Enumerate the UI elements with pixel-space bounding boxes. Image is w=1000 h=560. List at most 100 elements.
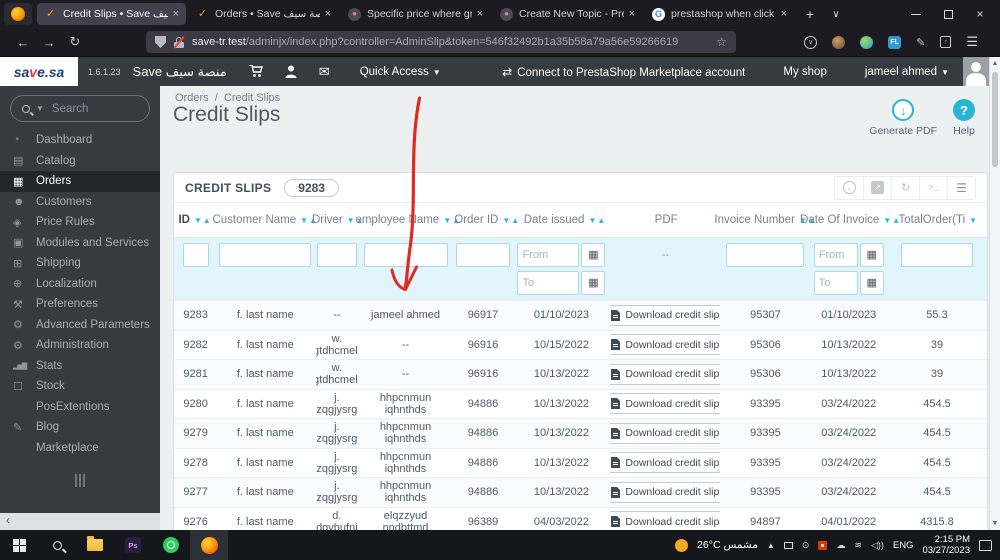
sidebar-item-marketplace[interactable]: Marketplace <box>0 438 160 459</box>
column-header-driver[interactable]: Driver ▼▲ <box>312 214 364 226</box>
address-bar[interactable]: save-tr.test /adminjx/index.php?controll… <box>146 31 736 53</box>
taskbar-search-button[interactable] <box>38 530 76 560</box>
filter-date-issued-from-input[interactable] <box>517 243 580 267</box>
user-avatar[interactable] <box>963 57 989 86</box>
start-button[interactable] <box>0 530 38 560</box>
calendar-button[interactable]: ▦ <box>859 243 884 267</box>
table-row[interactable]: 9277 f. last name j. zqgjysrg hhpcnmun i… <box>174 477 987 507</box>
language-indicator[interactable]: ENG <box>893 540 914 551</box>
user-menu[interactable]: jameel ahmed ▼ <box>865 66 949 78</box>
filter-employee-input[interactable] <box>363 243 448 267</box>
back-button[interactable]: ← <box>10 35 36 50</box>
download-credit-slip-button[interactable]: Download credit slip <box>610 452 721 474</box>
hamburger-menu-icon[interactable]: ☰ <box>966 34 978 50</box>
tab-close-icon[interactable]: × <box>781 8 787 20</box>
generate-pdf-button[interactable]: ↓ Generate PDF <box>869 99 937 137</box>
person-icon[interactable] <box>285 65 297 78</box>
reload-button[interactable]: ↻ <box>62 34 88 50</box>
column-header-date-issued[interactable]: Date issued ▼▲ <box>519 214 611 226</box>
shop-name[interactable]: Save منصة سيف <box>133 64 227 80</box>
sidebar-search[interactable]: ▼ <box>10 95 150 122</box>
sidebar-item-preferences[interactable]: ⚒ Preferences <box>0 294 160 315</box>
sidebar-item-dashboard[interactable]: ◔ Dashboard <box>0 130 160 151</box>
tab-close-icon[interactable]: × <box>325 8 331 20</box>
browser-tab[interactable]: G prestashop when click order n × <box>645 3 794 25</box>
sidebar-grip-handle[interactable] <box>75 474 85 487</box>
tab-close-icon[interactable]: × <box>173 8 179 20</box>
filter-total-input[interactable] <box>900 243 973 267</box>
refresh-button[interactable]: ↻ <box>891 176 919 199</box>
filter-invoice-date-from-input[interactable] <box>813 243 858 267</box>
sidebar-item-stats[interactable]: ▂▅▇ Stats <box>0 356 160 377</box>
download-credit-slip-button[interactable]: Download credit slip <box>610 393 721 415</box>
tracking-shield-icon[interactable] <box>155 36 166 48</box>
download-credit-slip-button[interactable]: Download credit slip <box>610 422 721 444</box>
download-credit-slip-button[interactable]: Download credit slip <box>610 481 721 503</box>
column-header-order-id[interactable]: Order ID ▼▲ <box>454 214 520 226</box>
column-header-customer-name[interactable]: Customer Name ▼▲ <box>212 214 317 226</box>
whatsapp-button[interactable] <box>152 530 190 560</box>
tab-close-icon[interactable]: × <box>629 8 635 20</box>
table-row[interactable]: 9278 f. last name j. zqgjysrg hhpcnmun i… <box>174 447 987 478</box>
sidebar-item-posextentions[interactable]: PosExtentions <box>0 397 160 418</box>
firefox-app-button[interactable] <box>4 3 32 25</box>
page-scrollbar[interactable]: ▲ ▼ <box>989 57 1000 530</box>
extension-fl-icon[interactable]: FL <box>888 35 902 49</box>
table-row[interactable]: 9283 f. last name -- jameel ahmed 96917 … <box>174 300 987 330</box>
bookmark-star-icon[interactable]: ☆ <box>716 35 727 49</box>
download-credit-slip-button[interactable]: Download credit slip <box>610 304 721 326</box>
hidden-icons-chevron-icon[interactable]: ▲ <box>767 541 775 550</box>
onedrive-status-icon[interactable] <box>818 540 828 550</box>
list-tabs-chevron-icon[interactable]: ∨ <box>823 9 849 20</box>
sort-carets-icon[interactable]: ▼▲ <box>194 216 212 225</box>
file-explorer-button[interactable] <box>76 530 114 560</box>
column-header-id[interactable]: ID ▼▲ <box>177 214 213 226</box>
library-icon[interactable]: ↑ <box>940 36 952 48</box>
shop-logo[interactable]: sa v e.sa <box>0 57 78 86</box>
scrollbar-thumb[interactable] <box>992 72 998 167</box>
browser-tab[interactable]: ✓ Credit Slips • Save منصة سيف × <box>37 3 186 25</box>
sidebar-item-price-rules[interactable]: ◈ Price Rules <box>0 212 160 233</box>
scroll-down-icon[interactable]: ▼ <box>990 520 1000 527</box>
browser-tab[interactable]: ● Create New Topic - PrestaSho × <box>493 3 642 25</box>
volume-icon[interactable]: ◁)) <box>871 540 884 551</box>
sort-carets-icon[interactable]: ▼▲ <box>502 216 520 225</box>
filter-customer-input[interactable] <box>219 243 312 267</box>
quick-access-menu[interactable]: Quick Access ▼ <box>360 66 441 78</box>
download-credit-slip-button[interactable]: Download credit slip <box>610 511 721 530</box>
sql-query-button[interactable]: >_ <box>919 176 947 199</box>
download-credit-slip-button[interactable]: Download credit slip <box>610 363 721 385</box>
scroll-up-icon[interactable]: ▲ <box>990 60 1000 67</box>
export-pdf-button[interactable]: ↓ <box>835 177 863 199</box>
forward-button[interactable]: → <box>36 35 62 50</box>
column-header-date-of-invoice[interactable]: Date Of Invoice ▼▲ <box>800 214 900 226</box>
sort-carets-icon[interactable]: ▼ <box>969 216 978 225</box>
close-button[interactable]: × <box>964 1 996 27</box>
edit-pen-icon[interactable]: ✎ <box>916 36 925 49</box>
sidebar-item-shipping[interactable]: ⊞ Shipping <box>0 253 160 274</box>
calendar-button[interactable]: ▦ <box>581 243 606 267</box>
calendar-button[interactable]: ▦ <box>581 271 606 295</box>
download-credit-slip-button[interactable]: Download credit slip <box>610 334 721 356</box>
filter-invoice-input[interactable] <box>726 243 805 267</box>
account-avatar-icon[interactable] <box>832 35 846 49</box>
database-button[interactable]: ☰ <box>947 176 975 199</box>
export-button[interactable]: ↗ <box>863 176 891 199</box>
insecure-lock-icon[interactable] <box>173 35 185 49</box>
sort-carets-icon[interactable]: ▼▲ <box>588 216 606 225</box>
sidebar-item-catalog[interactable]: ▤ Catalog <box>0 151 160 172</box>
column-header-invoice-number[interactable]: Invoice Number ▼▲ <box>714 214 815 226</box>
table-row[interactable]: 9279 f. last name j. zqgjysrg hhpcnmun i… <box>174 418 987 448</box>
sidebar-item-administration[interactable]: ⚙ Administration <box>0 335 160 356</box>
column-header-employee-name[interactable]: employee Name ▼▲ <box>355 214 460 226</box>
table-row[interactable]: 9282 f. last name w. gtdhcmek -- 96916 1… <box>174 329 987 360</box>
notification-center-icon[interactable] <box>979 539 992 551</box>
browser-tab[interactable]: ● Specific price where group na × <box>341 3 490 25</box>
new-tab-button[interactable]: + <box>797 6 823 22</box>
my-shop-link[interactable]: My shop <box>783 66 826 78</box>
minimize-button[interactable] <box>900 1 932 27</box>
maximize-button[interactable] <box>932 1 964 27</box>
monitor-icon[interactable] <box>783 541 793 549</box>
network-icon[interactable]: ≋ <box>854 540 862 551</box>
weather-label[interactable]: 26°C مشمس <box>697 539 758 551</box>
